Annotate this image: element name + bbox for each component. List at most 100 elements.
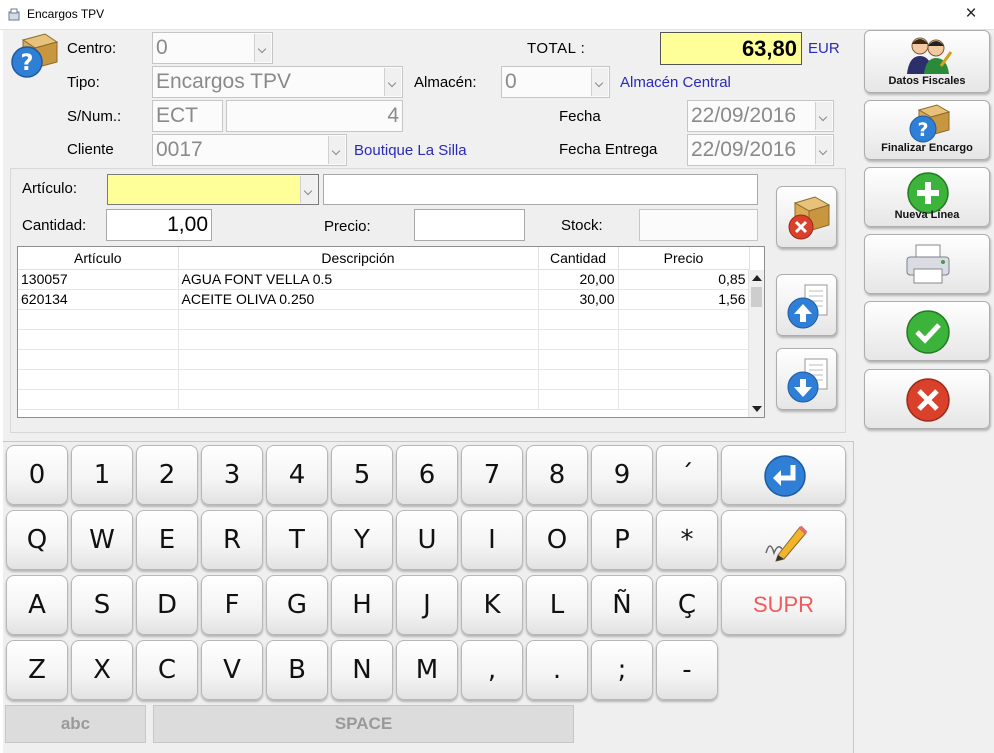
- nueva-linea-label: Nueva Línea: [894, 209, 960, 221]
- enter-key[interactable]: [721, 445, 846, 505]
- key-b[interactable]: B: [266, 640, 328, 700]
- chevron-down-icon[interactable]: [384, 68, 401, 96]
- edit-key[interactable]: [721, 510, 846, 570]
- key-7[interactable]: 7: [461, 445, 523, 505]
- key-m[interactable]: M: [396, 640, 458, 700]
- title-bar: Encargos TPV ×: [0, 0, 994, 30]
- finalizar-encargo-button[interactable]: ? Finalizar Encargo: [864, 100, 990, 160]
- column-header[interactable]: Precio: [618, 247, 750, 270]
- nueva-linea-button[interactable]: Nueva Línea: [864, 167, 990, 227]
- chevron-down-icon[interactable]: [815, 102, 832, 130]
- key-3[interactable]: 3: [201, 445, 263, 505]
- key-9[interactable]: 9: [591, 445, 653, 505]
- table-row[interactable]: [18, 369, 750, 390]
- scroll-thumb[interactable]: [751, 287, 762, 307]
- key-acute[interactable]: ´: [656, 445, 718, 505]
- key-o[interactable]: O: [526, 510, 588, 570]
- users-icon: [907, 37, 953, 74]
- help-box-icon[interactable]: ?: [9, 32, 59, 80]
- key-w[interactable]: W: [71, 510, 133, 570]
- abc-button[interactable]: abc: [5, 705, 146, 743]
- column-header[interactable]: Descripción: [178, 247, 539, 270]
- supr-key[interactable]: SUPR: [721, 575, 846, 635]
- fecha-entrega-field[interactable]: 22/09/2016: [687, 134, 834, 166]
- chevron-down-icon[interactable]: [300, 176, 317, 203]
- key-g[interactable]: G: [266, 575, 328, 635]
- key-l[interactable]: L: [526, 575, 588, 635]
- key-a[interactable]: A: [6, 575, 68, 635]
- key-6[interactable]: 6: [396, 445, 458, 505]
- key-c-cedilla[interactable]: Ç: [656, 575, 718, 635]
- key-1[interactable]: 1: [71, 445, 133, 505]
- table-row[interactable]: [18, 389, 750, 410]
- key-v[interactable]: V: [201, 640, 263, 700]
- order-lines-table[interactable]: Artículo Descripción Cantidad Precio 130…: [17, 246, 765, 418]
- key-r[interactable]: R: [201, 510, 263, 570]
- key-x[interactable]: X: [71, 640, 133, 700]
- key-d[interactable]: D: [136, 575, 198, 635]
- accept-button[interactable]: [864, 301, 990, 361]
- table-row[interactable]: [18, 329, 750, 350]
- key-j[interactable]: J: [396, 575, 458, 635]
- key-period[interactable]: .: [526, 640, 588, 700]
- key-comma[interactable]: ,: [461, 640, 523, 700]
- chevron-down-icon[interactable]: [328, 136, 345, 164]
- column-header[interactable]: Cantidad: [538, 247, 619, 270]
- snum-series-field[interactable]: ECT: [152, 100, 223, 132]
- key-n-tilde[interactable]: Ñ: [591, 575, 653, 635]
- key-asterisk[interactable]: *: [656, 510, 718, 570]
- key-i[interactable]: I: [461, 510, 523, 570]
- fecha-field[interactable]: 22/09/2016: [687, 100, 834, 132]
- precio-field[interactable]: [414, 209, 525, 241]
- articulo-description-field[interactable]: [323, 174, 758, 205]
- space-key[interactable]: SPACE: [153, 705, 574, 743]
- svg-text:?: ?: [21, 51, 34, 76]
- key-s[interactable]: S: [71, 575, 133, 635]
- table-row[interactable]: 130057 AGUA FONT VELLA 0.5 20,00 0,85: [18, 269, 750, 290]
- cancel-button[interactable]: [864, 369, 990, 429]
- print-button[interactable]: [864, 234, 990, 294]
- chevron-down-icon[interactable]: [591, 68, 608, 96]
- key-h[interactable]: H: [331, 575, 393, 635]
- key-hyphen[interactable]: -: [656, 640, 718, 700]
- key-0[interactable]: 0: [6, 445, 68, 505]
- key-k[interactable]: K: [461, 575, 523, 635]
- key-q[interactable]: Q: [6, 510, 68, 570]
- table-row[interactable]: [18, 309, 750, 330]
- close-button[interactable]: ×: [956, 3, 986, 25]
- key-2[interactable]: 2: [136, 445, 198, 505]
- centro-select[interactable]: 0: [152, 32, 273, 64]
- key-n[interactable]: N: [331, 640, 393, 700]
- scroll-up-icon[interactable]: [752, 275, 762, 281]
- key-t[interactable]: T: [266, 510, 328, 570]
- scroll-down-icon[interactable]: [752, 406, 762, 412]
- key-y[interactable]: Y: [331, 510, 393, 570]
- tipo-select[interactable]: Encargos TPV: [152, 66, 403, 98]
- delete-line-button[interactable]: [776, 186, 837, 248]
- move-down-button[interactable]: [776, 348, 837, 410]
- key-semicolon[interactable]: ;: [591, 640, 653, 700]
- key-z[interactable]: Z: [6, 640, 68, 700]
- key-f[interactable]: F: [201, 575, 263, 635]
- key-c[interactable]: C: [136, 640, 198, 700]
- almacen-select[interactable]: 0: [501, 66, 610, 98]
- table-row[interactable]: [18, 349, 750, 370]
- move-up-button[interactable]: [776, 274, 837, 336]
- datos-fiscales-button[interactable]: Datos Fiscales: [864, 30, 990, 93]
- key-e[interactable]: E: [136, 510, 198, 570]
- chevron-down-icon[interactable]: [254, 34, 271, 62]
- table-row[interactable]: 620134 ACEITE OLIVA 0.250 30,00 1,56: [18, 289, 750, 310]
- key-u[interactable]: U: [396, 510, 458, 570]
- chevron-down-icon[interactable]: [815, 136, 832, 164]
- table-scrollbar[interactable]: [748, 270, 764, 417]
- key-5[interactable]: 5: [331, 445, 393, 505]
- key-8[interactable]: 8: [526, 445, 588, 505]
- cliente-select[interactable]: 0017: [152, 134, 347, 166]
- key-4[interactable]: 4: [266, 445, 328, 505]
- column-header[interactable]: Artículo: [18, 247, 179, 270]
- snum-number-field[interactable]: 4: [226, 100, 403, 132]
- centro-label: Centro:: [67, 40, 117, 57]
- cantidad-field[interactable]: 1,00: [106, 209, 212, 241]
- key-p[interactable]: P: [591, 510, 653, 570]
- articulo-select[interactable]: [107, 174, 319, 205]
